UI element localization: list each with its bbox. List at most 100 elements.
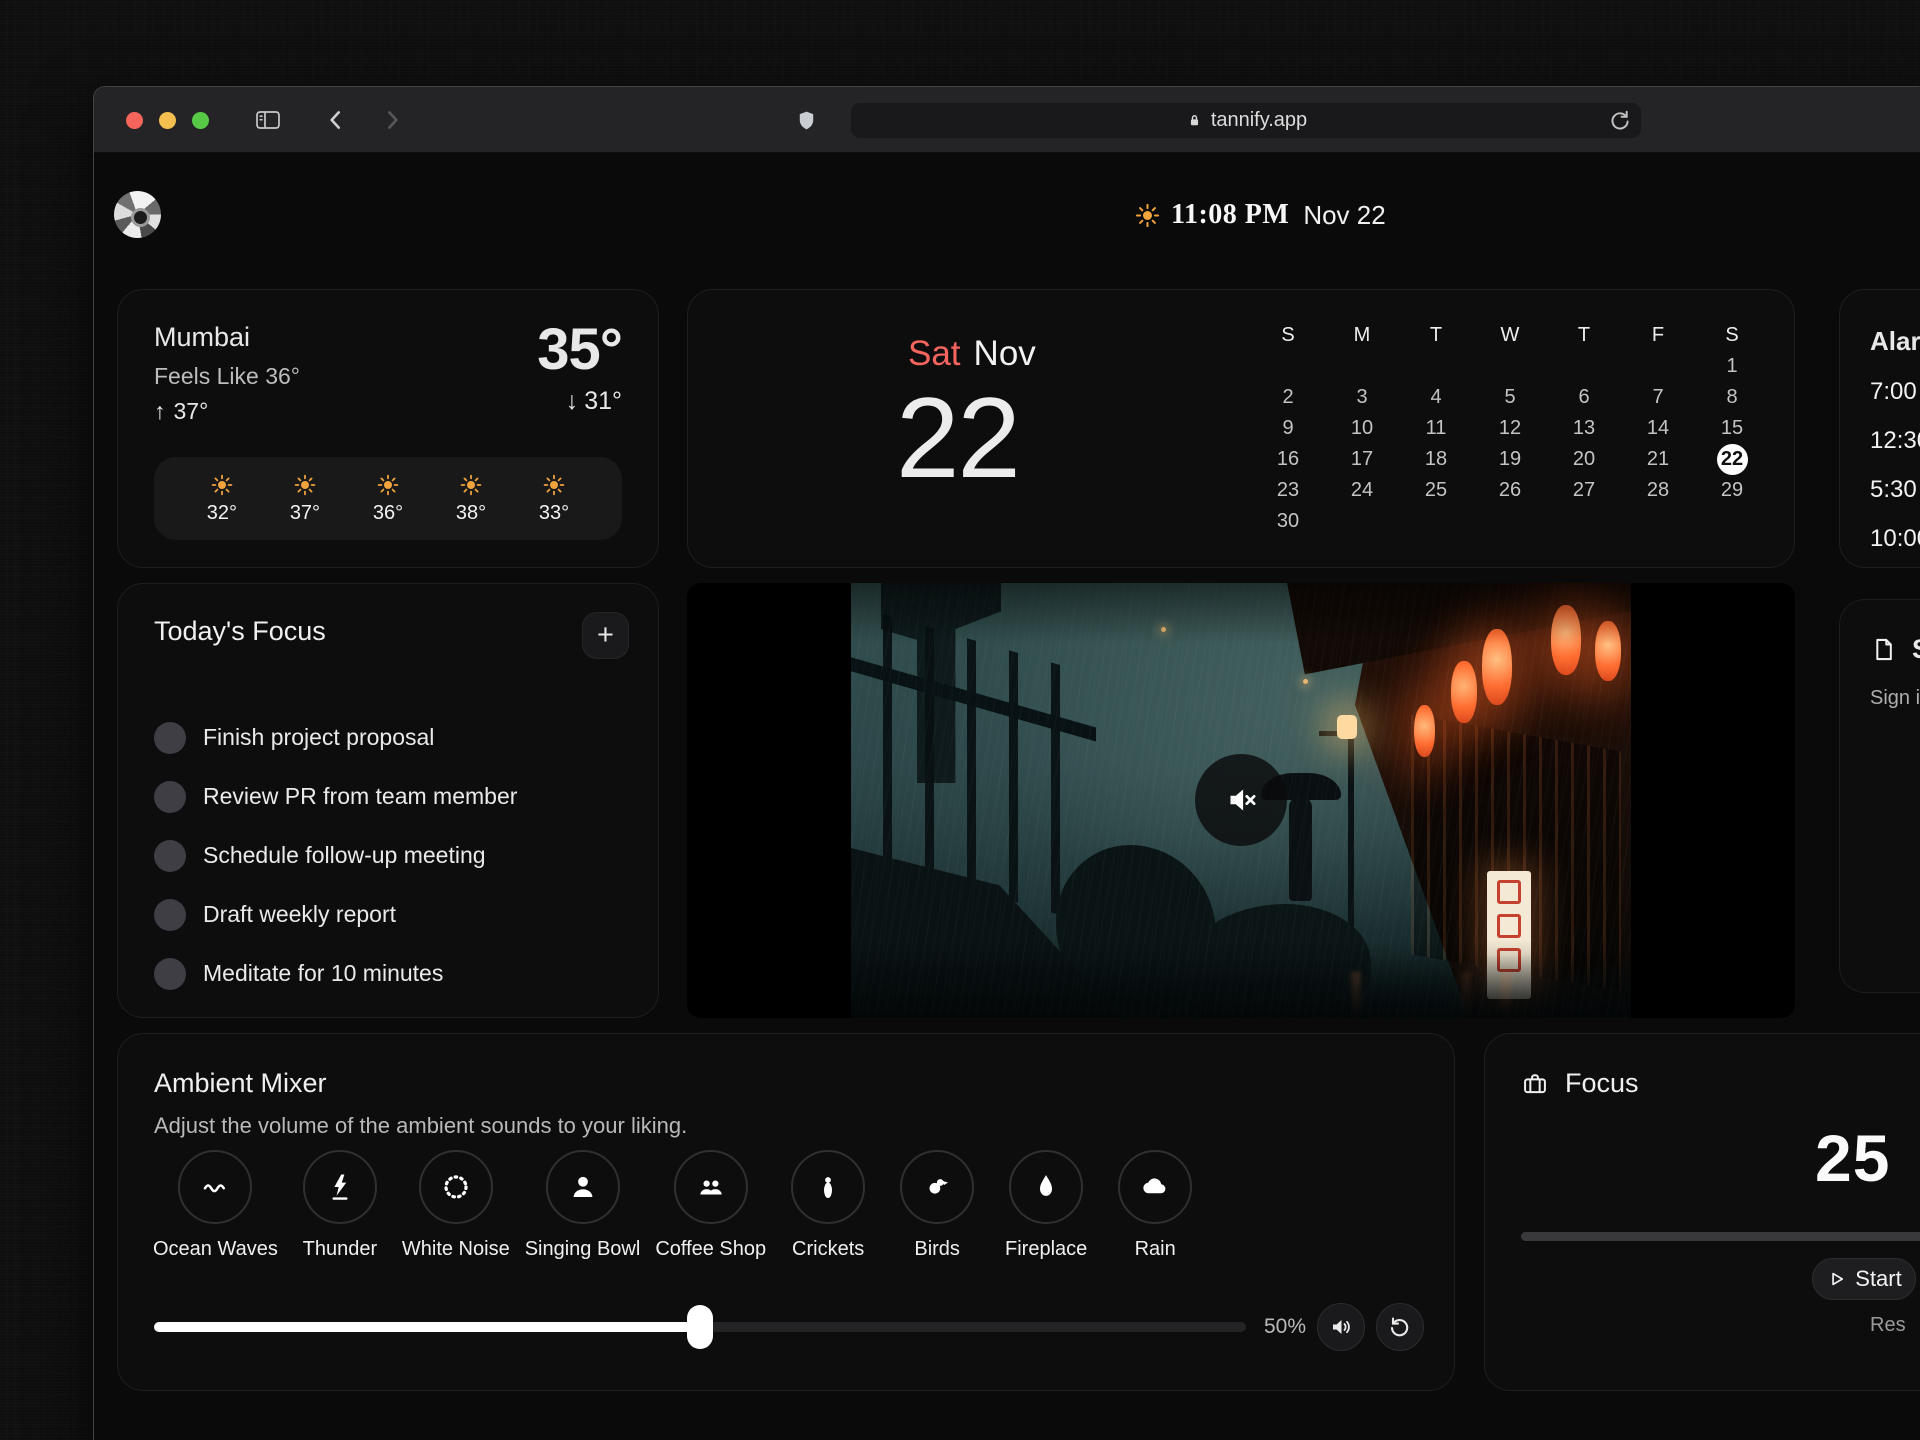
sound-item: Thunder: [288, 1150, 392, 1261]
calendar-day-cell[interactable]: 3: [1325, 382, 1399, 413]
calendar-empty-cell: [1325, 506, 1399, 537]
page-content: 11:08 PM Nov 22 Mumbai Feels Like 36° ↑ …: [94, 153, 1920, 1440]
sticky-notes-card: Sti Sign in t: [1839, 599, 1920, 993]
sound-button-ocean-waves[interactable]: [178, 1150, 252, 1224]
calendar-day-cell[interactable]: 10: [1325, 413, 1399, 444]
task-checkbox[interactable]: [154, 840, 186, 872]
calendar-day-cell[interactable]: 18: [1399, 444, 1473, 475]
volume-slider[interactable]: [154, 1322, 1246, 1332]
back-button[interactable]: [322, 106, 350, 134]
sound-button-thunder[interactable]: [303, 1150, 377, 1224]
timer-display: 25: [1815, 1120, 1890, 1196]
calendar-day-header: T: [1547, 320, 1621, 351]
sound-button-coffee-shop[interactable]: [674, 1150, 748, 1224]
sound-button-crickets[interactable]: [791, 1150, 865, 1224]
calendar-day-cell[interactable]: 6: [1547, 382, 1621, 413]
sound-item: Crickets: [776, 1150, 880, 1261]
calendar-day-cell[interactable]: 1: [1695, 351, 1769, 382]
calendar-day-header: T: [1399, 320, 1473, 351]
calendar-day-cell[interactable]: 20: [1547, 444, 1621, 475]
calendar-day-cell[interactable]: 14: [1621, 413, 1695, 444]
mute-button[interactable]: [1195, 754, 1287, 846]
sound-label: Rain: [1135, 1238, 1176, 1261]
alarm-time-row[interactable]: 7:00 A: [1870, 378, 1920, 406]
volume-slider-thumb[interactable]: [687, 1305, 713, 1349]
alarm-time-row[interactable]: 12:30 P: [1870, 427, 1920, 455]
sound-label: Fireplace: [1005, 1238, 1087, 1261]
weather-low-value: 31°: [584, 387, 622, 416]
forward-button[interactable]: [378, 106, 406, 134]
sound-item: White Noise: [397, 1150, 515, 1261]
calendar-day-cell[interactable]: 22: [1695, 444, 1769, 475]
add-task-button[interactable]: +: [582, 612, 629, 659]
calendar-day-header: S: [1251, 320, 1325, 351]
calendar-day-cell[interactable]: 11: [1399, 413, 1473, 444]
calendar-day-cell[interactable]: 29: [1695, 475, 1769, 506]
sound-button-singing-bowl[interactable]: [546, 1150, 620, 1224]
reset-timer-button[interactable]: Res: [1870, 1314, 1906, 1337]
calendar-day-cell[interactable]: 26: [1473, 475, 1547, 506]
alarm-list: 7:00 A 12:30 P 5:30 P 10:00: [1870, 378, 1920, 553]
calendar-day-cell[interactable]: 19: [1473, 444, 1547, 475]
minimize-window-button[interactable]: [159, 112, 176, 129]
calendar-empty-cell: [1473, 506, 1547, 537]
sticky-notes-subtitle: Sign in t: [1870, 687, 1920, 710]
refresh-icon[interactable]: [1607, 108, 1632, 133]
calendar-day-cell[interactable]: 17: [1325, 444, 1399, 475]
calendar-day-cell[interactable]: 8: [1695, 382, 1769, 413]
calendar-day-cell[interactable]: 30: [1251, 506, 1325, 537]
calendar-day-cell[interactable]: 24: [1325, 475, 1399, 506]
timer-duration-slider[interactable]: [1521, 1232, 1920, 1241]
sidebar-toggle-icon[interactable]: [254, 106, 282, 134]
calendar-day-cell[interactable]: 9: [1251, 413, 1325, 444]
calendar-day-cell[interactable]: 2: [1251, 382, 1325, 413]
zoom-window-button[interactable]: [192, 112, 209, 129]
calendar-day-header: S: [1695, 320, 1769, 351]
task-checkbox[interactable]: [154, 722, 186, 754]
calendar-day-cell[interactable]: 16: [1251, 444, 1325, 475]
hourly-forecast-cell: 37°: [290, 473, 320, 525]
task-checkbox[interactable]: [154, 899, 186, 931]
sun-icon: [1134, 202, 1161, 229]
sound-button-birds[interactable]: [900, 1150, 974, 1224]
sun-icon: [210, 473, 234, 497]
calendar-day-cell[interactable]: 27: [1547, 475, 1621, 506]
sound-button-fireplace[interactable]: [1009, 1150, 1083, 1224]
close-window-button[interactable]: [126, 112, 143, 129]
clock-date: Nov 22: [1303, 200, 1385, 231]
crickets-icon: [813, 1172, 843, 1202]
calendar-day-cell[interactable]: 13: [1547, 413, 1621, 444]
calendar-day-cell[interactable]: 4: [1399, 382, 1473, 413]
birds-icon: [922, 1172, 952, 1202]
hourly-forecast-cell: 32°: [207, 473, 237, 525]
alarm-time-row[interactable]: 10:00: [1870, 525, 1920, 553]
calendar-day-cell[interactable]: 25: [1399, 475, 1473, 506]
address-bar[interactable]: tannify.app: [851, 103, 1641, 138]
calendar-empty-cell: [1399, 506, 1473, 537]
ocean-waves-icon: [200, 1172, 230, 1202]
task-checkbox[interactable]: [154, 958, 186, 990]
task-checkbox[interactable]: [154, 781, 186, 813]
sound-button-white-noise[interactable]: [419, 1150, 493, 1224]
sound-label: Singing Bowl: [525, 1238, 641, 1261]
calendar-day-cell[interactable]: 23: [1251, 475, 1325, 506]
ambient-video-card[interactable]: [687, 583, 1795, 1018]
calendar-day-cell[interactable]: 15: [1695, 413, 1769, 444]
reset-mixer-button[interactable]: [1376, 1303, 1424, 1351]
alarm-time-row[interactable]: 5:30 P: [1870, 476, 1920, 504]
calendar-day-cell[interactable]: 12: [1473, 413, 1547, 444]
sound-item: Ocean Waves: [148, 1150, 283, 1261]
sound-output-button[interactable]: [1317, 1303, 1365, 1351]
alarm-card: Alarm 7:00 A12:30 P5:30 P10:00: [1839, 289, 1920, 568]
shield-icon[interactable]: [792, 106, 820, 134]
app-logo-disc-icon[interactable]: [114, 191, 161, 238]
calendar-day-cell[interactable]: 5: [1473, 382, 1547, 413]
calendar-day-cell[interactable]: 7: [1621, 382, 1695, 413]
sound-button-rain[interactable]: [1118, 1150, 1192, 1224]
calendar-day-cell[interactable]: 21: [1621, 444, 1695, 475]
volume-fill: [154, 1322, 700, 1332]
start-timer-button[interactable]: Start: [1812, 1258, 1916, 1300]
calendar-day-cell[interactable]: 28: [1621, 475, 1695, 506]
sound-item: Fireplace: [994, 1150, 1098, 1261]
selected-day[interactable]: 22: [1717, 444, 1748, 475]
